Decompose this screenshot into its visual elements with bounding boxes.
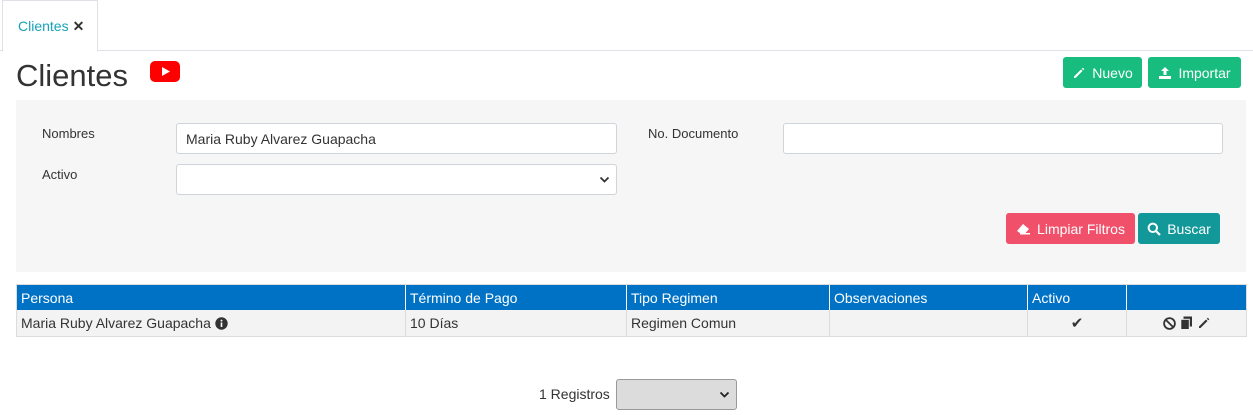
documento-input[interactable] <box>783 123 1223 154</box>
buscar-label: Buscar <box>1167 220 1211 237</box>
table-row[interactable]: Maria Ruby Alvarez Guapacha 10 Días Regi… <box>17 310 1246 336</box>
copy-icon[interactable] <box>1179 316 1193 330</box>
table-header: Persona Término de Pago Tipo Regimen Obs… <box>17 285 1246 310</box>
ban-icon[interactable] <box>1162 316 1176 330</box>
cell-actions <box>1127 310 1246 336</box>
column-header-actions <box>1127 285 1246 310</box>
nombres-label: Nombres <box>42 126 95 141</box>
chevron-down-icon <box>719 391 730 398</box>
cell-termino-pago: 10 Días <box>406 310 627 336</box>
record-count: 1 Registros <box>539 386 610 402</box>
chevron-down-icon <box>599 176 610 183</box>
buscar-button[interactable]: Buscar <box>1138 213 1220 244</box>
eraser-icon <box>1017 224 1031 235</box>
check-icon: ✔ <box>1070 315 1084 332</box>
limpiar-filtros-button[interactable]: Limpiar Filtros <box>1006 213 1135 244</box>
cell-tipo-regimen: Regimen Comun <box>627 310 830 336</box>
search-icon <box>1147 222 1161 236</box>
info-icon[interactable] <box>215 316 228 330</box>
page-title: Clientes <box>16 58 128 93</box>
importar-label: Importar <box>1178 64 1231 81</box>
tab-clientes[interactable]: Clientes ✕ <box>2 0 98 52</box>
pencil-icon[interactable] <box>1197 316 1211 330</box>
column-header-observaciones[interactable]: Observaciones <box>830 285 1028 310</box>
page-size-select[interactable] <box>616 379 737 410</box>
pagination: 1 Registros <box>0 379 1253 410</box>
youtube-icon[interactable] <box>150 61 180 82</box>
tab-label: Clientes <box>18 18 69 34</box>
filter-panel: Nombres No. Documento Activo Limpiar Fil… <box>16 100 1246 272</box>
cell-persona: Maria Ruby Alvarez Guapacha <box>17 310 406 336</box>
column-header-activo[interactable]: Activo <box>1028 285 1127 310</box>
persona-name: Maria Ruby Alvarez Guapacha <box>21 315 211 331</box>
cell-activo: ✔ <box>1028 310 1127 336</box>
nombres-input[interactable] <box>176 123 617 154</box>
limpiar-filtros-label: Limpiar Filtros <box>1037 220 1125 237</box>
cell-observaciones <box>830 310 1028 336</box>
nuevo-button[interactable]: Nuevo <box>1063 57 1142 88</box>
column-header-persona[interactable]: Persona <box>17 285 406 310</box>
tab-bar: Clientes ✕ <box>0 0 1253 52</box>
nuevo-label: Nuevo <box>1092 64 1133 81</box>
pencil-icon <box>1074 67 1085 78</box>
column-header-termino-pago[interactable]: Término de Pago <box>406 285 627 310</box>
activo-label: Activo <box>42 167 78 182</box>
documento-label: No. Documento <box>648 126 739 141</box>
close-icon[interactable]: ✕ <box>73 18 85 35</box>
importar-button[interactable]: Importar <box>1148 57 1241 88</box>
upload-icon <box>1159 66 1172 79</box>
column-header-tipo-regimen[interactable]: Tipo Regimen <box>627 285 830 310</box>
activo-select[interactable] <box>176 164 617 195</box>
clientes-table: Persona Término de Pago Tipo Regimen Obs… <box>16 284 1247 337</box>
